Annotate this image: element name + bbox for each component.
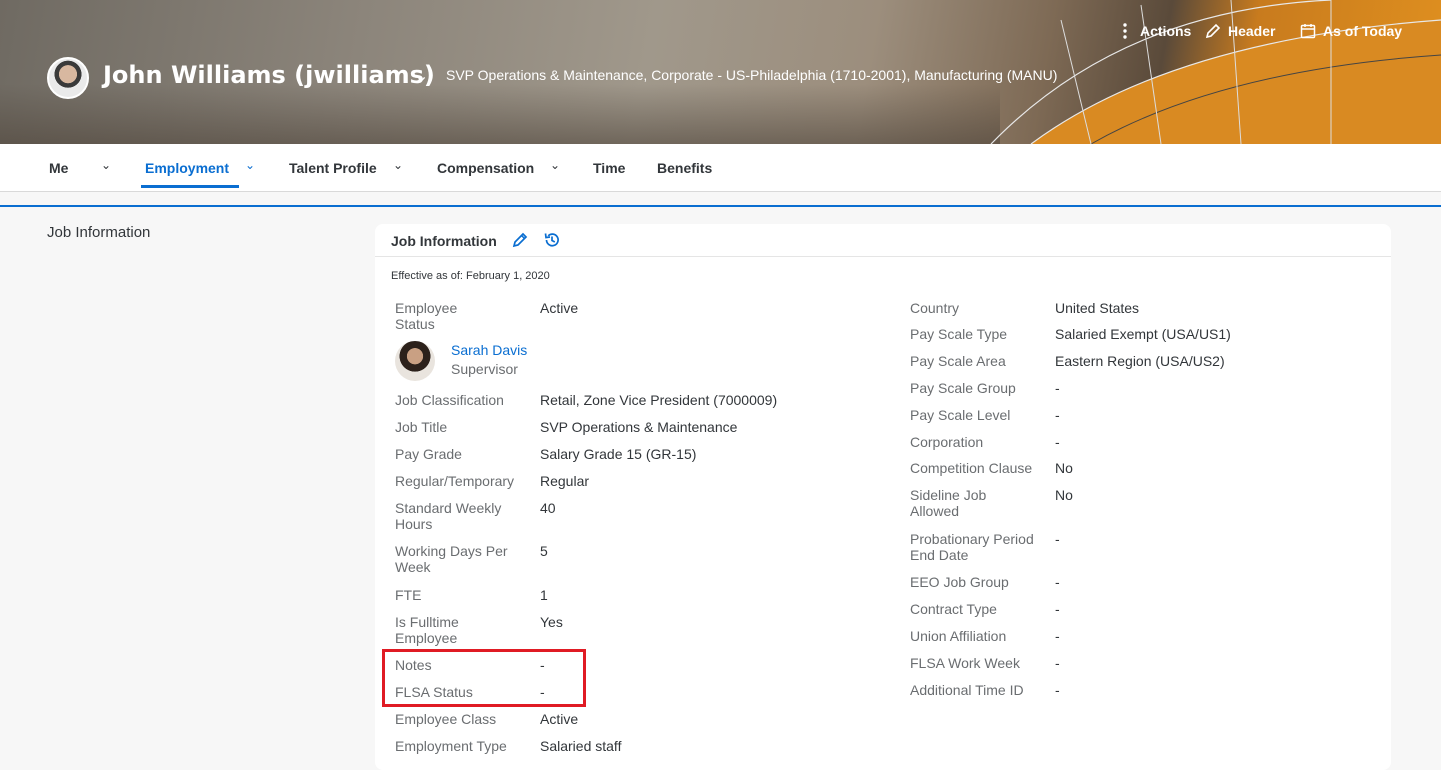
field-value: Retail, Zone Vice President (7000009) [540,392,778,408]
field-value: Yes [540,614,563,630]
field-value: Eastern Region (USA/US2) [1055,353,1225,369]
field-label: Working Days Per Week [395,543,508,575]
field-value: Salary Grade 15 (GR-15) [540,446,697,462]
header-label: Header [1228,23,1276,39]
field-label: Pay Scale Type [910,326,1008,342]
field-label: Is Fulltime Employee [395,614,459,646]
section-nav-job-information[interactable]: Job Information [47,224,150,241]
profile-name: John Williams (jwilliams) [103,61,435,89]
field-value: - [1055,628,1060,644]
chevron-down-icon[interactable]: ⌄ [101,158,111,172]
chevron-down-icon[interactable]: ⌄ [415,66,428,86]
tab-benefits[interactable]: Benefits [657,144,712,192]
field-label: FLSA Work Week [910,655,1020,671]
field-value: - [1055,407,1060,423]
field-label: Sideline Job Allowed [910,487,987,519]
tab-employment[interactable]: Employment [140,144,240,192]
field-label: FTE [395,587,422,603]
field-value: 5 [540,543,548,559]
field-value: - [1055,601,1060,617]
header-button[interactable]: Header [1204,22,1275,40]
edit-pencil-icon[interactable] [511,231,529,249]
profile-avatar[interactable] [47,57,89,99]
main-nav: Me ⌄ Employment ⌄ Talent Profile ⌄ Compe… [0,144,1441,192]
effective-date: Effective as of: February 1, 2020 [391,270,550,282]
field-value: 1 [540,587,548,603]
card-header: Job Information [375,224,1391,257]
field-label: Country [910,300,960,316]
field-label: Additional Time ID [910,682,1024,698]
field-value: SVP Operations & Maintenance [540,419,738,435]
field-label: Standard Weekly Hours [395,500,502,532]
actions-button[interactable]: Actions [1116,22,1191,40]
field-value: - [1055,682,1060,698]
field-label: Competition Clause [910,460,1033,476]
highlight-box [382,649,586,707]
field-label: Pay Grade [395,446,462,462]
field-value: No [1055,460,1073,476]
field-label: Employee Status [395,300,458,332]
supervisor-link[interactable]: Sarah Davis [451,342,527,358]
field-value: - [1055,574,1060,590]
tab-time[interactable]: Time [593,144,625,192]
calendar-icon [1300,24,1316,39]
field-value: Active [540,711,579,727]
field-value: - [1055,434,1060,450]
field-value: Salaried Exempt (USA/US1) [1055,326,1231,342]
field-value: 40 [540,500,556,516]
field-label: Contract Type [910,601,997,617]
pencil-icon [1205,23,1221,39]
as-of-today-button[interactable]: As of Today [1299,22,1402,40]
tab-talent-profile[interactable]: Talent Profile [289,144,377,192]
field-value: - [1055,531,1060,547]
card-title: Job Information [391,233,497,249]
field-label: Regular/Temporary [395,473,515,489]
field-value: Salaried staff [540,738,622,754]
tab-me[interactable]: Me [49,144,68,192]
as-of-today-label: As of Today [1323,23,1403,39]
field-label: Pay Scale Area [910,353,1006,369]
field-label: Employee Class [395,711,497,727]
field-label: Pay Scale Level [910,407,1011,423]
field-value: United States [1055,300,1140,316]
field-value: - [1055,655,1060,671]
field-value: Active [540,300,579,316]
profile-header: John Williams (jwilliams) ⌄ SVP Operatio… [0,0,1441,144]
profile-subtitle: SVP Operations & Maintenance, Corporate … [446,67,1058,83]
field-label: Employment Type [395,738,507,754]
supervisor-role: Supervisor [451,361,518,377]
field-label: Job Title [395,419,448,435]
content-divider [0,205,1441,207]
chevron-down-icon[interactable]: ⌄ [393,158,403,172]
field-label: EEO Job Group [910,574,1009,590]
field-value: No [1055,487,1073,503]
field-value: - [1055,380,1060,396]
field-value: Regular [540,473,590,489]
field-label: Probationary Period End Date [910,531,1034,563]
field-label: Pay Scale Group [910,380,1016,396]
tab-compensation[interactable]: Compensation [437,144,534,192]
field-label: Corporation [910,434,984,450]
chevron-down-icon[interactable]: ⌄ [550,158,560,172]
more-vertical-icon [1123,23,1127,39]
supervisor-avatar[interactable] [395,341,435,381]
header-background [0,84,1000,144]
field-label: Union Affiliation [910,628,1007,644]
actions-label: Actions [1140,23,1192,39]
chevron-down-icon[interactable]: ⌄ [245,158,255,172]
history-icon[interactable] [543,231,561,249]
field-label: Job Classification [395,392,504,408]
